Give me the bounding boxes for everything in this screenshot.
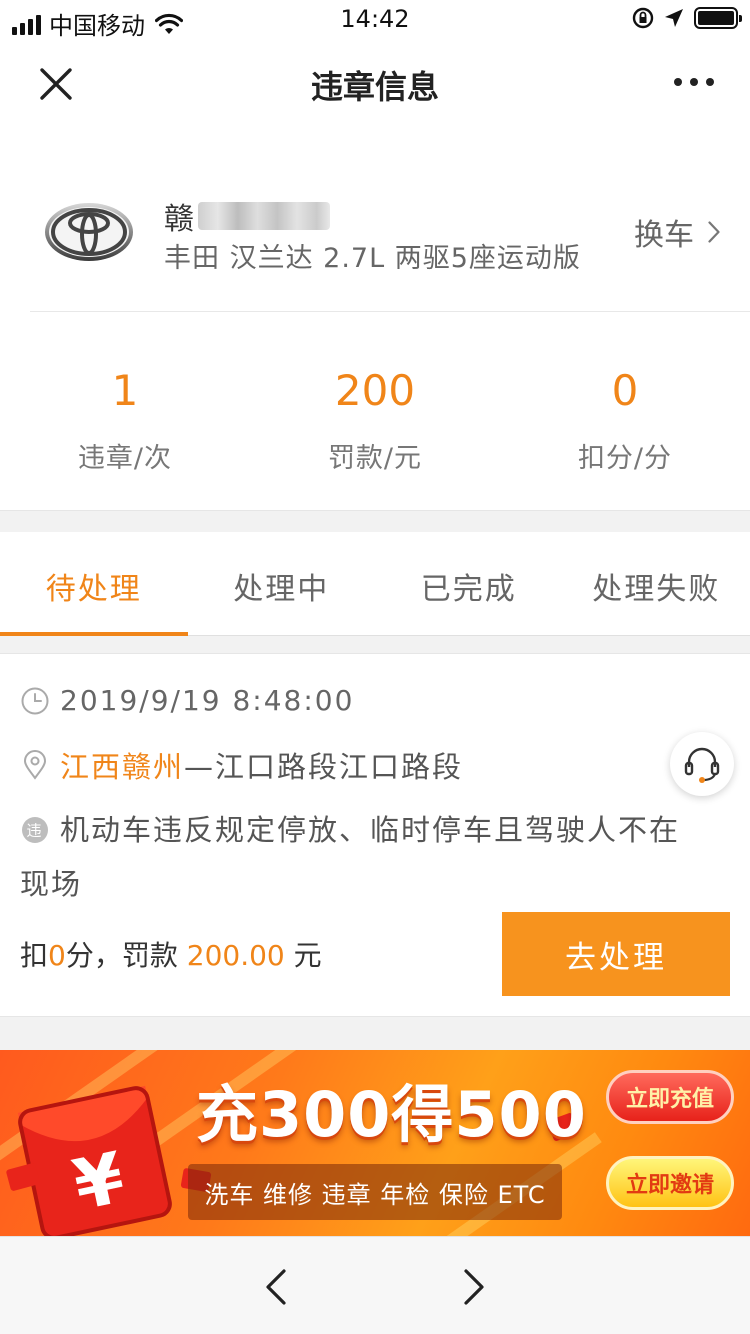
violation-stats: 1 违章/次 200 罚款/元 0 扣分/分	[0, 312, 750, 510]
banner-headline: 充300得500	[196, 1078, 587, 1151]
penalty-points: 0	[48, 939, 66, 972]
tab-completed[interactable]: 已完成	[375, 532, 563, 635]
stat-points: 0 扣分/分	[500, 312, 750, 510]
section-separator	[0, 510, 750, 532]
car-info: 赣 丰田 汉兰达 2.7L 两驱5座运动版 换车	[0, 128, 750, 312]
tab-pending[interactable]: 待处理	[0, 532, 188, 636]
rotation-lock-icon	[632, 7, 654, 29]
violation-badge-char: 违	[26, 822, 43, 840]
headset-icon	[684, 747, 720, 783]
violation-time-row: 2019/9/19 8:48:00	[20, 684, 354, 717]
bottom-toolbar	[0, 1236, 750, 1334]
battery-icon	[694, 7, 742, 29]
stat-violations: 1 违章/次	[0, 312, 250, 510]
penalty-points-suffix: 分，罚款	[65, 939, 178, 972]
section-separator	[0, 636, 750, 654]
chevron-left-icon[interactable]	[262, 1267, 290, 1307]
page-title: 违章信息	[310, 68, 439, 106]
stat-value: 200	[334, 366, 416, 415]
clock-icon	[21, 687, 49, 714]
chevron-right-icon	[708, 221, 720, 243]
tab-failed[interactable]: 处理失败	[563, 532, 750, 635]
location-detail: —江口路段江口路段	[184, 750, 464, 784]
penalty-points-prefix: 扣	[20, 939, 49, 972]
stat-value: 0	[611, 366, 639, 415]
location-city: 江西赣州	[60, 750, 185, 784]
handle-violation-button[interactable]: 去处理	[502, 912, 730, 996]
section-separator	[0, 1016, 750, 1050]
license-plate: 赣	[164, 194, 330, 238]
car-model: 丰田 汉兰达 2.7L 两驱5座运动版	[164, 243, 581, 274]
stat-value: 1	[111, 366, 139, 415]
toyota-logo	[45, 203, 133, 261]
tab-processing[interactable]: 处理中	[188, 532, 376, 635]
invite-now-button[interactable]: 立即邀请	[606, 1156, 734, 1210]
switch-car-label: 换车	[634, 218, 694, 253]
plate-prefix: 赣	[164, 202, 194, 237]
banner-service-tags: 洗车 维修 违章 年检 保险 ETC	[188, 1164, 562, 1220]
stat-label: 罚款/元	[327, 443, 423, 474]
penalty-fine-suffix: 元	[284, 939, 322, 972]
violation-description-row: 违 机动车违反规定停放、临时停车且驾驶人不在	[20, 800, 720, 860]
recharge-now-button[interactable]: 立即充值	[606, 1070, 734, 1124]
status-right	[632, 7, 742, 29]
red-envelope-icon: ¥	[17, 1085, 172, 1236]
violation-badge-icon: 违	[22, 817, 48, 843]
violation-time: 2019/9/19 8:48:00	[60, 684, 355, 717]
violation-description: 机动车违反规定停放、临时停车且驾驶人不在	[60, 813, 681, 847]
stat-fine: 200 罚款/元	[250, 312, 500, 510]
violation-card: 2019/9/19 8:48:00 江西赣州 —江口路段江口路段 违 机动车违反…	[0, 654, 750, 1016]
customer-service-button[interactable]	[670, 732, 734, 796]
penalty-summary: 扣0分，罚款 200.00 元	[20, 934, 322, 974]
stat-label: 违章/次	[77, 443, 173, 474]
status-bar: 中国移动 14:42	[0, 0, 750, 40]
penalty-fine: 200.00	[186, 939, 285, 972]
violation-location-row: 江西赣州 —江口路段江口路段	[20, 744, 463, 786]
violation-description-continued: 现场	[20, 867, 83, 901]
status-tabs: 待处理 处理中 已完成 处理失败	[0, 532, 750, 636]
plate-number-masked	[198, 202, 330, 230]
nav-bar: 违章信息	[0, 40, 750, 128]
coin-envelope-icon	[6, 1163, 40, 1191]
promo-banner[interactable]: ¥ 充300得500 洗车 维修 违章 年检 保险 ETC 立即充值 立即邀请	[0, 1050, 750, 1236]
more-icon[interactable]	[674, 78, 714, 86]
switch-car-button[interactable]: 换车	[634, 210, 720, 254]
chevron-right-icon[interactable]	[460, 1267, 488, 1307]
location-arrow-icon	[665, 9, 683, 27]
stat-label: 扣分/分	[577, 443, 673, 474]
location-pin-icon	[23, 750, 47, 780]
